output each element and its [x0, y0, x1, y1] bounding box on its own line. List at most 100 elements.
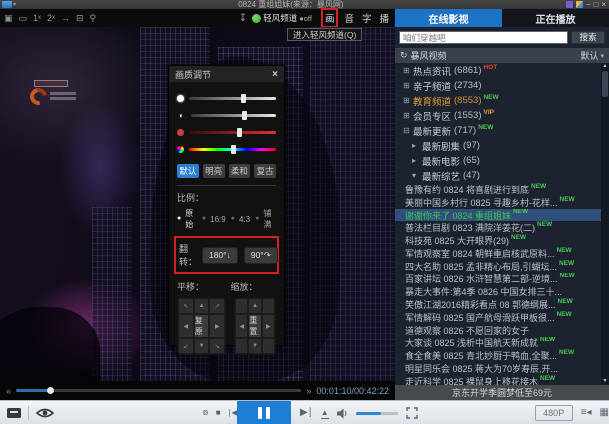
seek-handle[interactable]	[47, 387, 54, 394]
speed-1x-icon[interactable]: 1ˣ	[33, 9, 41, 27]
ratio-option-16:9[interactable]: 16:9	[210, 215, 226, 224]
tree-toggle-icon[interactable]: ⊞	[403, 81, 413, 90]
grid-view-icon[interactable]: ▦	[600, 401, 609, 424]
zoom-down-arrow[interactable]: ▼	[248, 338, 261, 354]
saturation-slider[interactable]	[189, 131, 276, 134]
picture-adjust-icon[interactable]: 画	[321, 8, 339, 28]
saturation-slider-handle[interactable]	[237, 128, 242, 137]
tree-toggle-icon[interactable]: ⊞	[403, 111, 413, 120]
episode-row[interactable]: 道德观察 0826 不愿回家的女子	[395, 324, 601, 337]
brightness-slider[interactable]	[189, 97, 276, 100]
app-center-icon[interactable]	[576, 1, 583, 8]
forward-icon[interactable]: »	[306, 386, 311, 396]
hue-slider[interactable]	[189, 148, 276, 151]
tree-toggle-icon[interactable]: ▸	[412, 156, 422, 165]
zoom-right-arrow[interactable]: ▶	[262, 314, 275, 338]
refresh-icon[interactable]: ↻	[400, 50, 408, 61]
scroll-up-icon[interactable]: ▲	[603, 63, 608, 70]
category-row[interactable]: ⊞热点资讯(6861)HOT	[395, 63, 601, 78]
episode-row[interactable]: 谢谢你来了 0824 重组姐妹NEW	[395, 209, 601, 222]
playlist-drawer-icon[interactable]	[6, 407, 22, 419]
sort-caret-icon[interactable]: ▾	[600, 52, 604, 60]
scrollbar-thumb[interactable]	[602, 71, 608, 97]
episode-row[interactable]: 鲁豫有约 0824 将喜剧进行到底NEW	[395, 183, 601, 196]
episode-row[interactable]: 普法栏目剧 0823 满院洋姜花(二)NEW	[395, 221, 601, 234]
maximize-button[interactable]: □	[593, 0, 598, 9]
flip-button-180°[interactable]: 180°↓	[202, 247, 238, 264]
ratio-radio-icon[interactable]: ●	[255, 215, 259, 223]
volume-icon[interactable]	[337, 408, 348, 419]
seek-bar[interactable]	[16, 389, 301, 392]
ratio-radio-icon[interactable]: ●	[177, 215, 181, 223]
next-button[interactable]: ▶∣	[300, 401, 313, 424]
playlist-adjust-icon[interactable]: 播	[377, 10, 391, 26]
light-adjust-icon[interactable]: ⚲	[90, 9, 97, 27]
pan-left-arrow[interactable]: ◀	[178, 314, 194, 338]
pan-down-arrow[interactable]: ▼	[194, 338, 210, 354]
list-scrollbar[interactable]: ▲ ▼	[601, 63, 609, 385]
scroll-down-icon[interactable]: ▼	[603, 378, 608, 385]
ratio-radio-icon[interactable]: ●	[231, 215, 235, 223]
preset-button-默认[interactable]: 默认	[177, 164, 199, 178]
tree-toggle-icon[interactable]: ▾	[412, 171, 422, 180]
volume-slider[interactable]	[356, 412, 398, 415]
category-row[interactable]: ⊞教育频道(8553)NEW	[395, 93, 601, 108]
rewind-icon[interactable]: «	[6, 386, 11, 396]
category-row[interactable]: ⊞亲子频道(2734)	[395, 78, 601, 93]
brightness-slider-handle[interactable]	[241, 94, 246, 103]
search-button[interactable]: 搜索	[571, 31, 605, 44]
pan-up-left-arrow[interactable]: ↖	[178, 298, 194, 314]
ratio-option-原始[interactable]: 原始	[185, 208, 197, 230]
open-file-icon[interactable]: ▲	[321, 408, 329, 419]
zoom-left-arrow[interactable]: ◀	[235, 314, 248, 338]
pan-down-left-arrow[interactable]: ↙	[178, 338, 194, 354]
category-row[interactable]: ⊞会员专区(1553)VIP	[395, 108, 601, 123]
zoom-up-arrow[interactable]: ▲	[248, 298, 261, 314]
app-logo-icon[interactable]	[2, 1, 12, 8]
play-window-icon[interactable]: ▣	[4, 9, 13, 27]
episode-row[interactable]: 食全食美 0825 青北妙厨于鸭血,全聚...NEW	[395, 349, 601, 362]
panel-titlebar[interactable]: 画质调节 ×	[169, 66, 284, 82]
category-row[interactable]: ▾最新综艺(47)	[395, 168, 601, 183]
panel-close-icon[interactable]: ×	[272, 69, 278, 80]
episode-row[interactable]: 科技苑 0825 大开眼界(29)NEW	[395, 234, 601, 247]
episode-row[interactable]: 军情解码 0825 国产航母滑跃甲板很...NEW	[395, 311, 601, 324]
ad-marquee[interactable]: 京东开学季圆梦低至69元	[395, 385, 609, 400]
playlist-toggle-icon[interactable]: ≡◂	[581, 401, 592, 424]
flip-button-90°[interactable]: 90°↷	[244, 247, 278, 264]
download-icon[interactable]: ↧	[239, 13, 247, 24]
episode-row[interactable]: 军情观察室 0824 朝鲜重启核武原料...NEW	[395, 247, 601, 260]
video-display[interactable]: 进入轻风频道(Q) 画质调节 × ◐ 默认明亮柔和复古 比例： ●原始●16:9…	[0, 27, 395, 381]
zoom-reset-button[interactable]: 重置	[248, 314, 261, 338]
ratio-radio-icon[interactable]: ●	[202, 215, 206, 223]
audio-adjust-icon[interactable]: 音	[342, 10, 356, 26]
tree-toggle-icon[interactable]: ⊞	[403, 66, 413, 75]
contrast-slider[interactable]	[191, 114, 276, 117]
pan-reset-button[interactable]: 复原	[194, 314, 210, 338]
episode-row[interactable]: 暴走大事件:第4季 0826 中国女排三十...	[395, 285, 601, 298]
tree-toggle-icon[interactable]: ▸	[412, 141, 422, 150]
preset-button-明亮[interactable]: 明亮	[203, 164, 225, 178]
surround-icon[interactable]: ⊚	[202, 401, 209, 424]
episode-row[interactable]: 大家谈 0825 浅析中国航天新成就NEW	[395, 337, 601, 350]
tree-toggle-icon[interactable]: ⊞	[403, 96, 413, 105]
pan-up-arrow[interactable]: ▲	[194, 298, 210, 314]
episode-row[interactable]: 明星同乐会 0825 蒋大为70岁寿辰,开...	[395, 362, 601, 375]
pan-up-right-arrow[interactable]: ↗	[209, 298, 225, 314]
category-row[interactable]: ▸最新电影(65)	[395, 153, 601, 168]
preset-button-复古[interactable]: 复古	[254, 164, 276, 178]
screen-mode-icon[interactable]: ⊟	[76, 9, 84, 27]
episode-row[interactable]: 百家讲坛 0826 水浒智慧第二部-逆境...NEW	[395, 273, 601, 286]
contrast-slider-handle[interactable]	[242, 111, 247, 120]
baofeng-eye-icon[interactable]	[35, 407, 55, 419]
category-row[interactable]: ⊟最新更新(717)NEW	[395, 123, 601, 138]
pause-button[interactable]	[237, 401, 291, 424]
tab-now-playing[interactable]: 正在播放	[502, 9, 609, 27]
minimize-button[interactable]: −	[586, 0, 591, 9]
episode-row[interactable]: 美丽中国乡村行 0825 寻趣乡村-花样...NEW	[395, 196, 601, 209]
sort-dropdown[interactable]: 默认	[580, 49, 598, 62]
category-row[interactable]: ▸最新剧集(97)	[395, 138, 601, 153]
qingfeng-channel-toggle[interactable]: 轻风频道 ●off	[252, 12, 312, 24]
episode-row[interactable]: 笑傲江湖2016精彩看点 08 郭德纲展...NEW	[395, 298, 601, 311]
subtitle-adjust-icon[interactable]: 字	[360, 10, 374, 26]
